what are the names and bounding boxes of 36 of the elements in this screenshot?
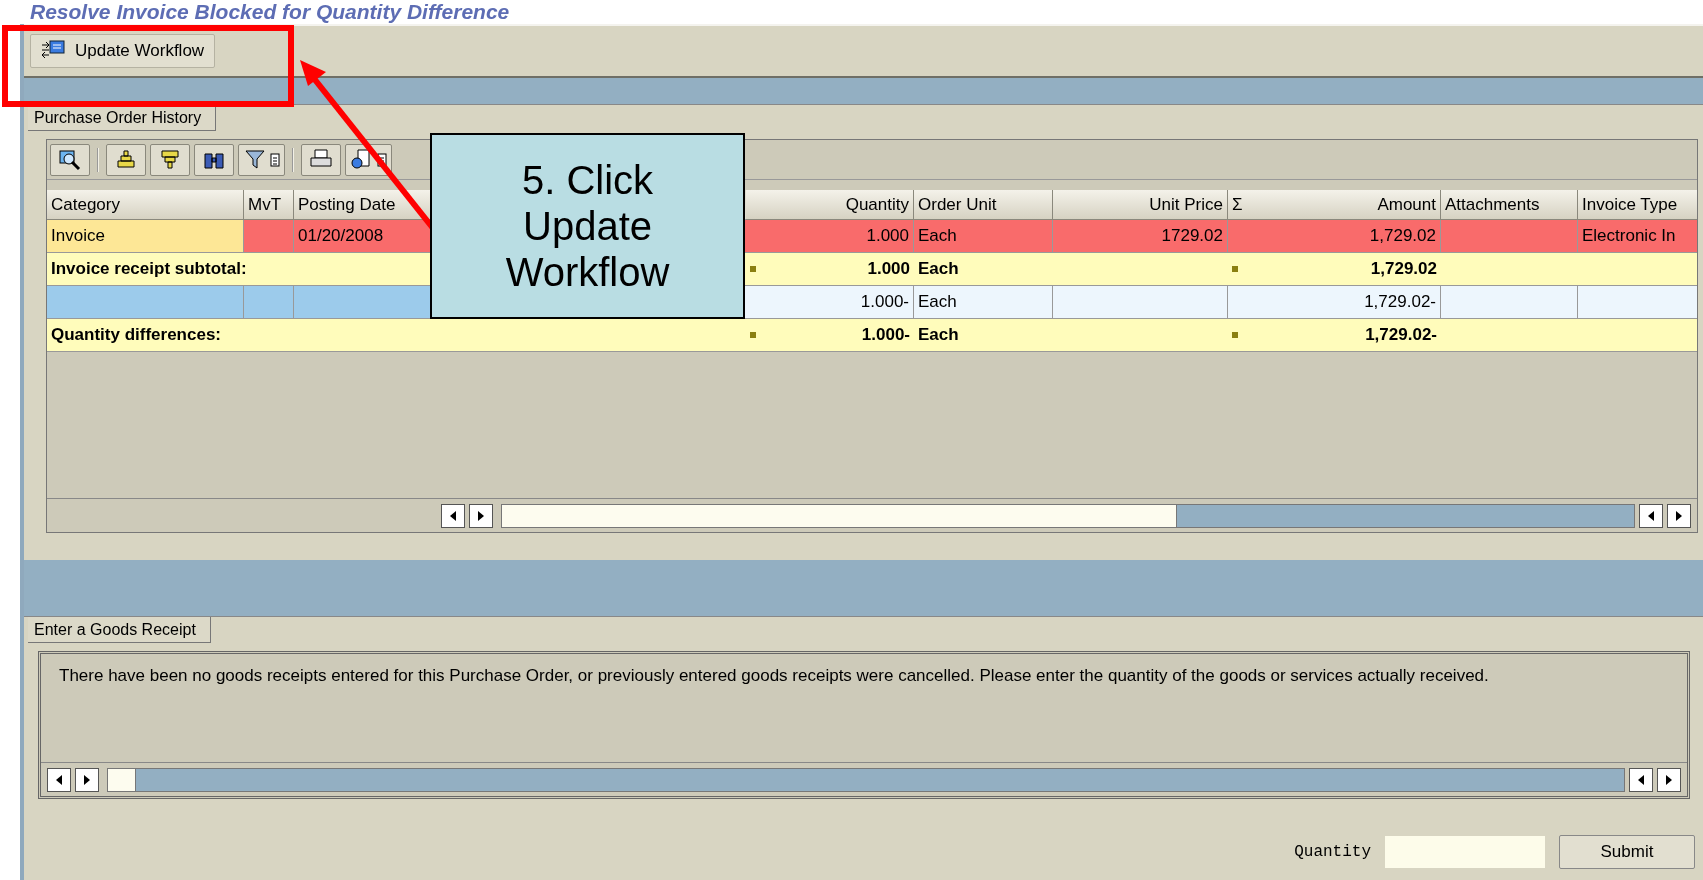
- table-cell: 01/20/2008: [294, 220, 431, 253]
- table-cell: 1,729.02: [1228, 253, 1441, 286]
- update-workflow-button[interactable]: Update Workflow: [30, 34, 216, 68]
- table-cell: 1.000-: [746, 286, 914, 319]
- page-title: Resolve Invoice Blocked for Quantity Difference: [29, 0, 511, 24]
- table-cell: 1.000: [746, 220, 914, 253]
- table-cell: Invoice: [47, 220, 244, 253]
- column-header[interactable]: Order Unit: [914, 190, 1053, 220]
- column-header[interactable]: Quantity: [746, 190, 914, 220]
- table-cell: Electronic In: [1578, 220, 1697, 253]
- subtotal-label: Quantity differences:: [47, 319, 431, 352]
- table-cell: 1,729.02-: [1228, 286, 1441, 319]
- column-header[interactable]: Posting Date: [294, 190, 431, 220]
- column-header[interactable]: Unit Price: [1053, 190, 1228, 220]
- panel-tab[interactable]: Purchase Order History: [28, 105, 217, 131]
- column-header[interactable]: Σ Amount: [1228, 190, 1441, 220]
- callout-text: 5. Click Update Workflow: [430, 133, 745, 319]
- table-cell: 1,729.02: [1228, 220, 1441, 253]
- column-header[interactable]: Attachments: [1441, 190, 1578, 220]
- submit-button[interactable]: Submit: [1559, 835, 1695, 869]
- table-cell: 1.000-: [746, 319, 914, 352]
- table-cell: Each: [914, 286, 1053, 319]
- message-text: There have been no goods receipts entered for this Purchase Order, or previously entered goods receipts were cancelled. Please enter the quantity of the goods or services actually received.: [59, 665, 1490, 687]
- panel-tab[interactable]: Enter a Goods Receipt: [28, 617, 211, 643]
- column-header[interactable]: MvT: [244, 190, 294, 220]
- column-header[interactable]: Category: [47, 190, 244, 220]
- table-cell: Each: [914, 253, 1053, 286]
- table-cell: 1,729.02-: [1228, 319, 1441, 352]
- column-header[interactable]: Invoice Type: [1578, 190, 1697, 220]
- table-cell: 1.000: [746, 253, 914, 286]
- subtotal-label: Invoice receipt subtotal:: [47, 253, 431, 286]
- quantity-label: Quantity: [1294, 843, 1371, 861]
- table-cell: 1729.02: [1053, 220, 1228, 253]
- sum-mark: Σ: [1232, 194, 1243, 215]
- table-cell: Each: [914, 220, 1053, 253]
- table-cell: Each: [914, 319, 1053, 352]
